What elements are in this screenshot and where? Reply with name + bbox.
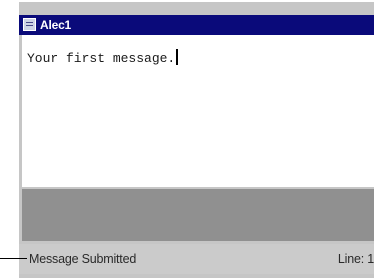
title-bar[interactable]: Alec1 [19,15,374,35]
window-icon[interactable] [23,18,36,31]
message-editor[interactable]: Your first message. [22,35,374,187]
status-bar: Message Submitted Line: 1 [19,244,374,274]
lower-panel [22,189,374,241]
status-message: Message Submitted [29,252,137,266]
message-text-line: Your first message. [27,49,179,67]
status-line-number: Line: 1 [337,252,374,266]
screenshot: Alec1 Your first message. Message Submit… [0,0,374,278]
callout-line [0,258,27,259]
text-cursor [176,49,179,65]
message-text: Your first message. [27,51,176,66]
window-title: Alec1 [40,18,72,32]
